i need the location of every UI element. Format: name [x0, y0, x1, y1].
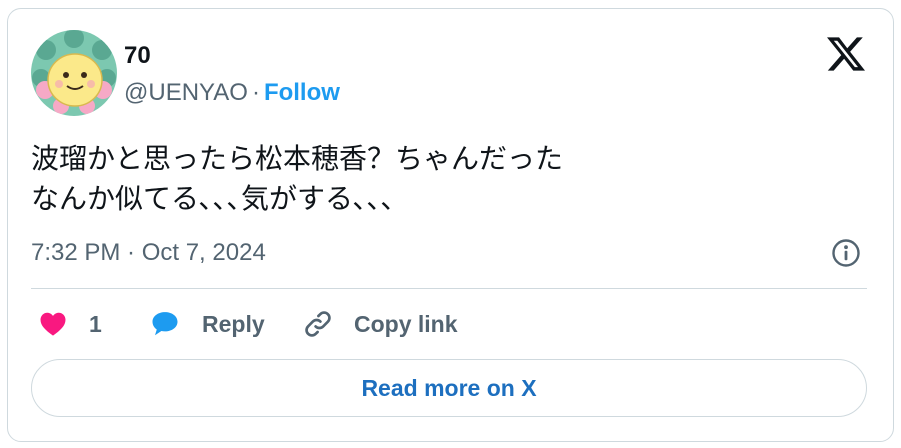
tweet-timestamp[interactable]: 7:32 PM · Oct 7, 2024 [31, 239, 266, 267]
like-count: 1 [89, 310, 102, 337]
author-display-name[interactable]: 70 [124, 42, 151, 70]
avatar[interactable] [31, 30, 117, 116]
reply-label: Reply [202, 310, 265, 337]
like-button[interactable]: 1 [37, 307, 102, 341]
heart-icon [40, 312, 66, 336]
tweet-text: 波瑠かと思ったら松本穂香？ちゃんだった なんか似てる､､､気がする､､､ [31, 142, 564, 215]
divider [31, 288, 867, 289]
x-logo-icon[interactable] [826, 35, 866, 73]
author-handle-row: @UENYAO · Follow [124, 79, 340, 107]
reply-button[interactable]: Reply [148, 307, 265, 341]
info-icon-glyph [832, 239, 860, 267]
separator-dot: · [251, 79, 260, 106]
link-icon [305, 311, 331, 337]
read-more-label: Read more on X [361, 374, 537, 401]
author-handle[interactable]: @UENYAO [124, 79, 248, 106]
tweet-embed-card: 70 @UENYAO · Follow 波瑠かと思ったら松本穂香？ちゃんだった なん… [7, 8, 894, 442]
copy-link-button[interactable]: Copy link [302, 307, 458, 341]
x-logo-icon-glyph [827, 37, 865, 71]
speech-bubble-icon [152, 312, 178, 336]
read-more-button[interactable]: Read more on X [31, 359, 867, 417]
follow-button[interactable]: Follow [264, 79, 340, 106]
avatar-image [31, 30, 117, 116]
info-icon[interactable] [831, 238, 861, 268]
copy-link-label: Copy link [354, 310, 458, 337]
